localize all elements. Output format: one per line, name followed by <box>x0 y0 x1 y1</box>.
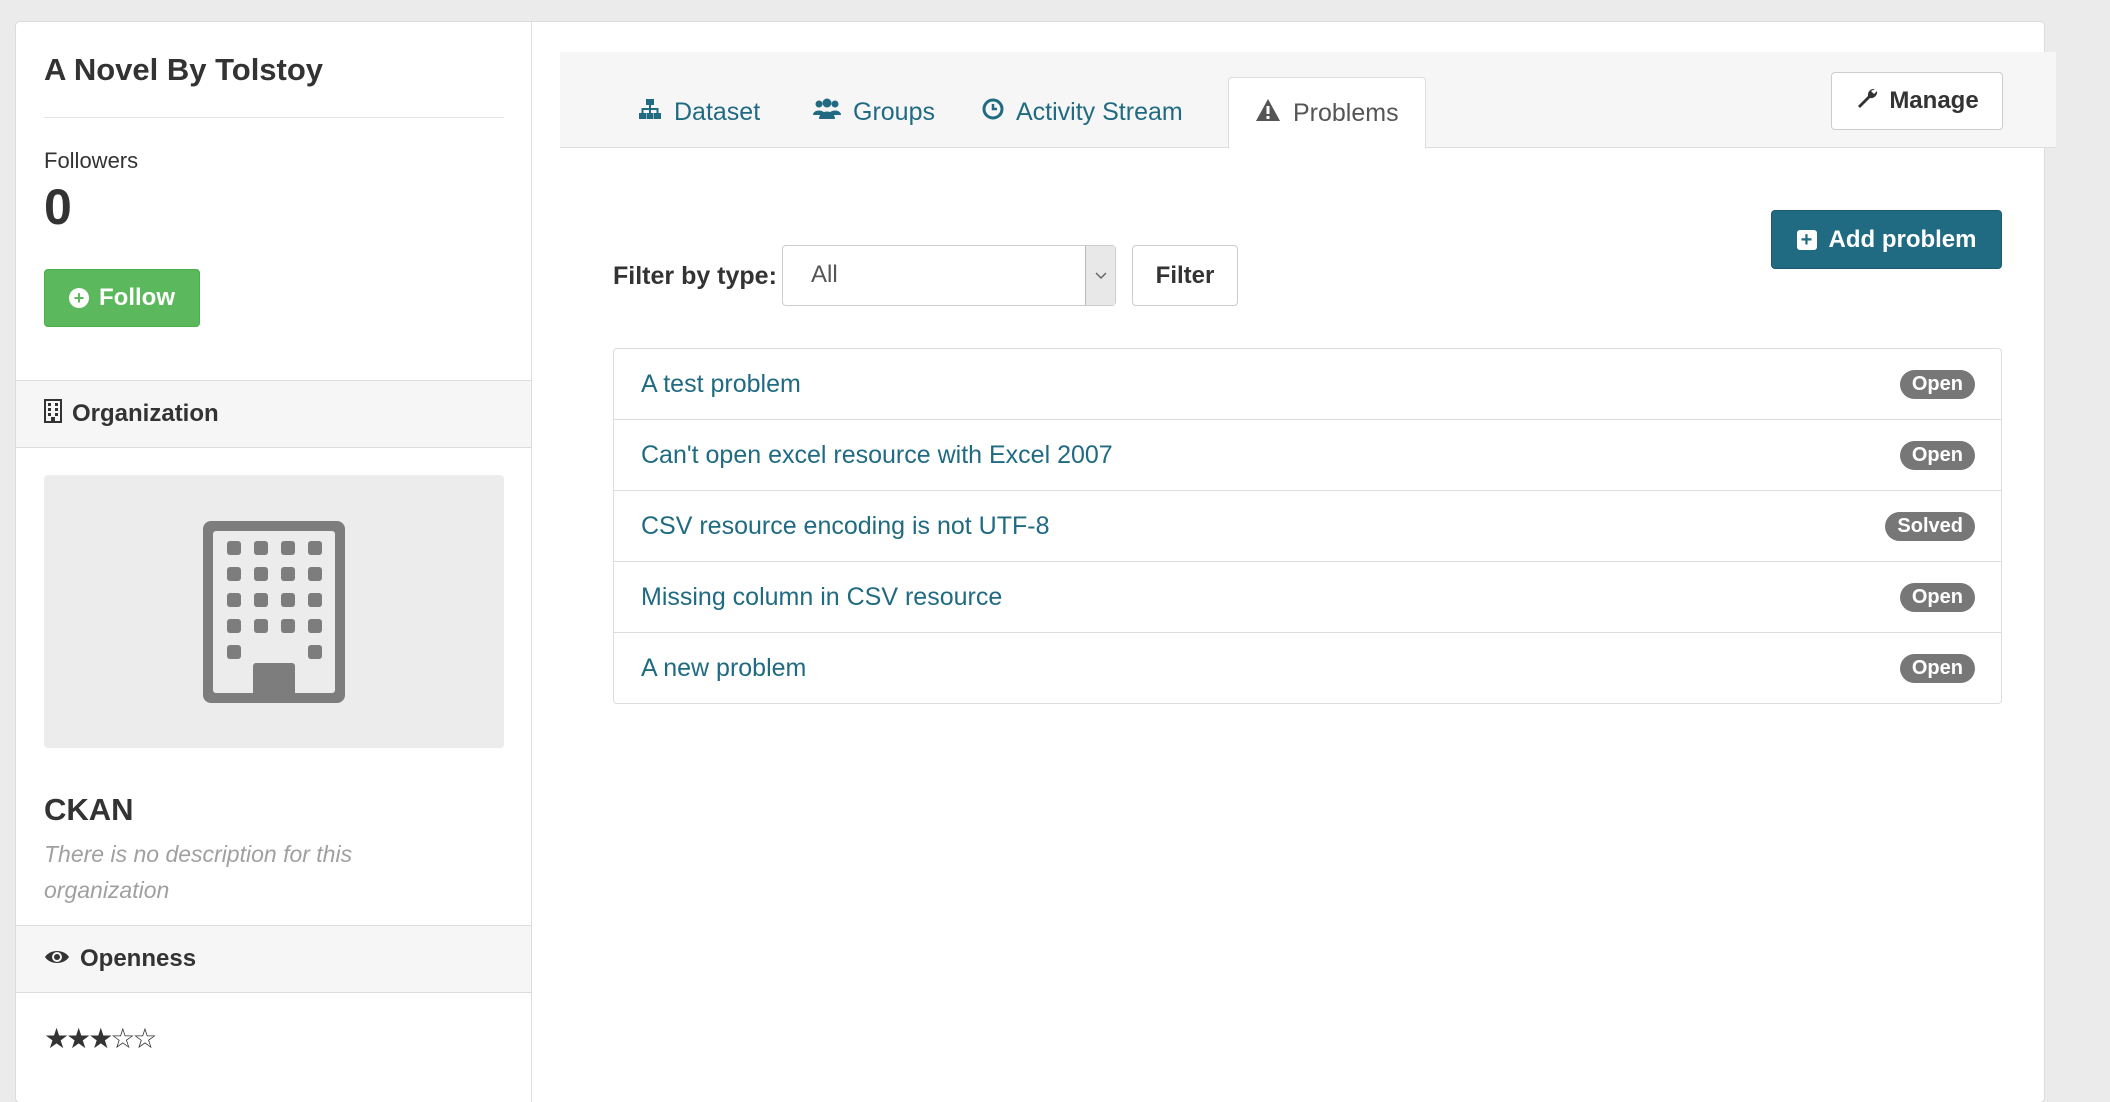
tab-problems-label: Problems <box>1293 98 1399 127</box>
filter-label: Filter by type: <box>613 262 777 290</box>
openness-heading-label: Openness <box>80 945 197 972</box>
follow-button-label: Follow <box>99 284 175 311</box>
organization-heading-label: Organization <box>72 400 219 427</box>
list-item: Missing column in CSV resource Open <box>614 562 2001 633</box>
chevron-down-icon[interactable] <box>1085 246 1115 305</box>
problem-link[interactable]: CSV resource encoding is not UTF-8 <box>641 512 1050 541</box>
warning-icon <box>1255 98 1281 129</box>
filter-type-select[interactable]: All <box>782 245 1116 306</box>
page-container: A Novel By Tolstoy Followers 0 + Follow … <box>16 22 2056 1102</box>
building-icon <box>203 520 345 703</box>
tab-groups-label: Groups <box>853 98 935 126</box>
tab-groups[interactable]: Groups <box>787 77 961 148</box>
manage-button[interactable]: Manage <box>1831 72 2003 130</box>
followers-count: 0 <box>44 179 72 235</box>
tab-dataset-label: Dataset <box>674 98 761 126</box>
organization-description: There is no description for this organiz… <box>44 841 353 903</box>
users-icon <box>813 98 841 127</box>
filter-button[interactable]: Filter <box>1132 245 1238 306</box>
status-badge: Open <box>1899 370 1975 399</box>
openness-stars: ★★★☆☆ <box>44 1023 158 1054</box>
list-item: A new problem Open <box>614 633 2001 703</box>
problem-link[interactable]: Missing column in CSV resource <box>641 583 1002 612</box>
wrench-icon <box>1855 86 1879 117</box>
status-badge: Open <box>1899 654 1975 683</box>
divider <box>44 117 504 118</box>
sitemap-icon <box>638 98 662 127</box>
problem-link[interactable]: A new problem <box>641 654 806 683</box>
organization-heading: Organization <box>16 380 531 448</box>
add-problem-button-label: Add problem <box>1828 225 1977 253</box>
list-item: A test problem Open <box>614 349 2001 420</box>
tab-activity-stream[interactable]: Activity Stream <box>956 77 1209 148</box>
organization-image[interactable] <box>44 475 504 748</box>
status-badge: Solved <box>1885 512 1975 541</box>
list-item: CSV resource encoding is not UTF-8 Solve… <box>614 491 2001 562</box>
clock-icon <box>982 98 1004 127</box>
tab-problems[interactable]: Problems <box>1228 77 1426 149</box>
sidebar: A Novel By Tolstoy Followers 0 + Follow … <box>16 22 532 1102</box>
status-badge: Open <box>1899 441 1975 470</box>
openness-heading: Openness <box>16 925 531 993</box>
followers-label: Followers <box>44 148 139 173</box>
follow-button[interactable]: + Follow <box>44 269 200 327</box>
problem-list: A test problem Open Can't open excel res… <box>613 348 2002 704</box>
tab-dataset[interactable]: Dataset <box>612 77 786 148</box>
list-item: Can't open excel resource with Excel 200… <box>614 420 2001 491</box>
status-badge: Open <box>1899 583 1975 612</box>
manage-button-label: Manage <box>1889 87 1979 114</box>
eye-icon <box>44 945 70 973</box>
tab-bar: Dataset Groups Activity Stream Problems … <box>560 52 2056 149</box>
organization-name[interactable]: CKAN <box>44 792 134 828</box>
dataset-title: A Novel By Tolstoy <box>44 52 324 87</box>
problem-link[interactable]: A test problem <box>641 370 801 399</box>
building-icon <box>44 398 62 430</box>
plus-circle-icon: + <box>69 288 89 308</box>
problem-link[interactable]: Can't open excel resource with Excel 200… <box>641 441 1113 470</box>
filter-type-value: All <box>811 261 838 288</box>
tab-activity-stream-label: Activity Stream <box>1016 98 1183 126</box>
plus-square-icon: + <box>1796 229 1817 250</box>
add-problem-button[interactable]: + Add problem <box>1771 210 2002 269</box>
